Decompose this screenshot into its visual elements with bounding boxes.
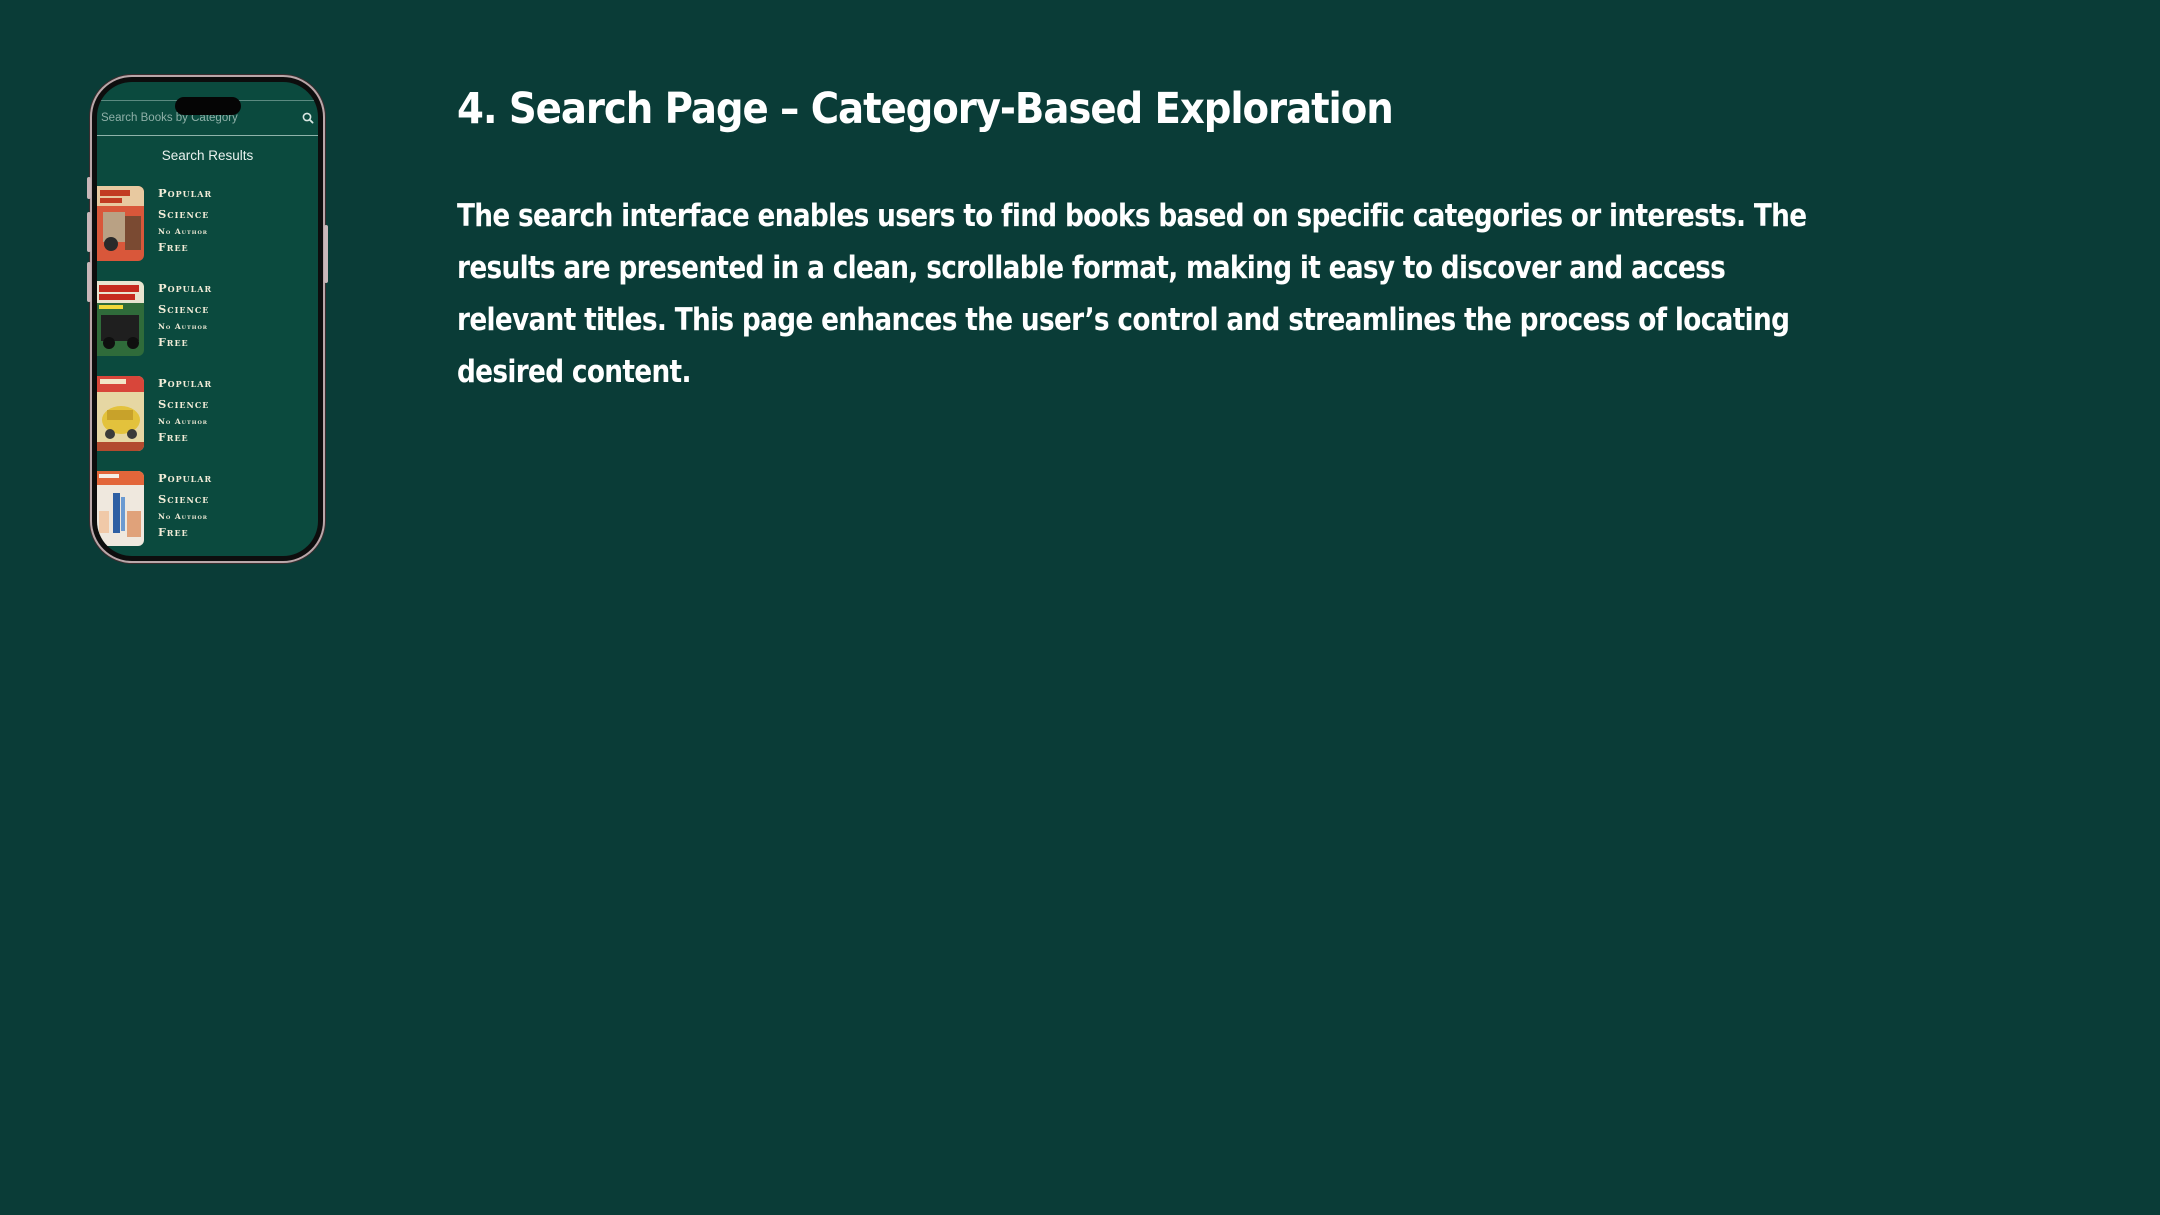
result-item[interactable]: Popular Science No Author Free xyxy=(97,278,318,373)
slide-heading: 4. Search Page – Category-Based Explorat… xyxy=(457,84,1394,134)
book-author: No Author xyxy=(158,417,208,426)
book-price: Free xyxy=(158,336,189,349)
phone-mockup: Search Results Popu xyxy=(87,77,328,561)
slide: Search Results Popu xyxy=(0,0,2160,1215)
phone-volume-down-button xyxy=(87,262,91,302)
result-item[interactable]: Popular Science No Author Free xyxy=(97,183,318,278)
phone-side-button xyxy=(87,177,91,199)
result-item[interactable]: Popular Science No Author Free xyxy=(97,373,318,468)
book-title: Popular Science xyxy=(158,281,213,316)
search-results-list[interactable]: Popular Science No Author Free Popular S… xyxy=(97,183,318,556)
book-cover-image xyxy=(97,186,144,261)
book-author: No Author xyxy=(158,322,208,331)
slide-description: The search interface enables users to fi… xyxy=(457,198,1807,390)
result-item[interactable]: Popular Science No Author Free xyxy=(97,468,318,556)
book-title: Popular Science xyxy=(158,186,213,221)
search-icon[interactable] xyxy=(301,111,315,125)
book-title: Popular Science xyxy=(158,376,213,411)
book-cover[interactable] xyxy=(97,376,144,451)
book-cover[interactable] xyxy=(97,471,144,546)
book-title: Popular Science xyxy=(158,471,213,506)
phone-power-button xyxy=(324,225,328,283)
book-cover-image xyxy=(97,376,144,451)
book-price: Free xyxy=(158,431,189,444)
book-cover[interactable] xyxy=(97,281,144,356)
book-price: Free xyxy=(158,526,189,539)
book-cover-image xyxy=(97,281,144,356)
dynamic-island xyxy=(175,97,241,115)
book-cover-image xyxy=(97,471,144,546)
book-price: Free xyxy=(158,241,189,254)
book-author: No Author xyxy=(158,512,208,521)
search-results-title: Search Results xyxy=(161,148,254,163)
phone-volume-up-button xyxy=(87,212,91,252)
book-cover[interactable] xyxy=(97,186,144,261)
book-author: No Author xyxy=(158,227,208,236)
phone-screen: Search Results Popu xyxy=(97,82,318,556)
